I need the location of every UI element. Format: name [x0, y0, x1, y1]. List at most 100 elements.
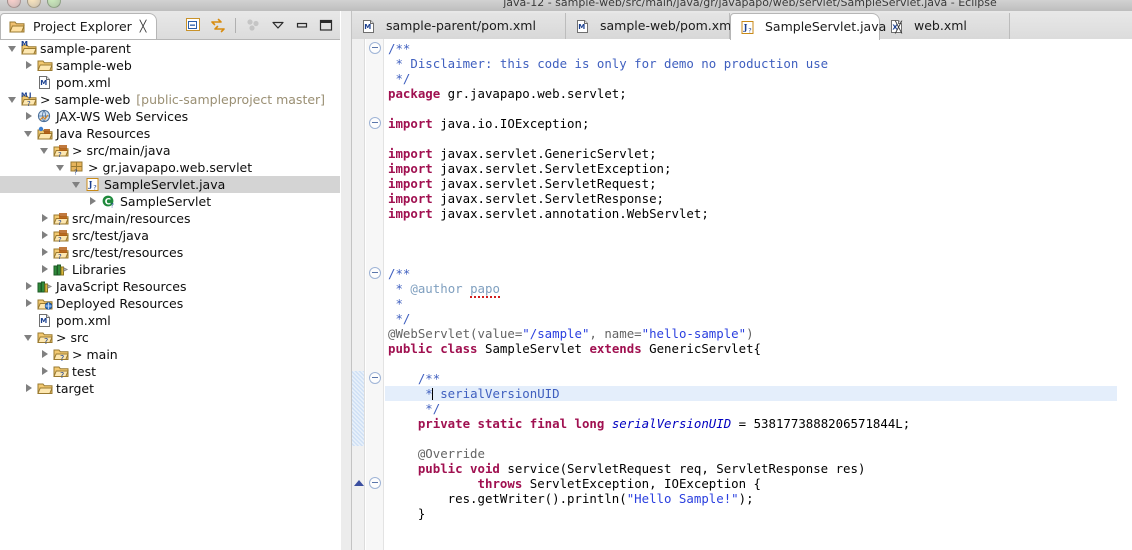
chevron-down-icon[interactable] — [8, 43, 19, 54]
chevron-right-icon[interactable] — [24, 111, 35, 122]
collapse-all-icon[interactable] — [185, 17, 202, 34]
code-line[interactable]: package gr.javapapo.web.servlet; — [385, 86, 1132, 101]
tree-item-src-test-resources[interactable]: ? src/test/resources — [0, 244, 340, 261]
chevron-right-icon[interactable] — [88, 196, 99, 207]
change-ruler[interactable] — [352, 39, 365, 550]
tree-item-test[interactable]: ? test — [0, 363, 340, 380]
window-maximize-button[interactable] — [47, 0, 61, 8]
tree-item-pom-xml[interactable]: Mpom.xml — [0, 312, 340, 329]
tree-item-main[interactable]: ? > main — [0, 346, 340, 363]
code-line[interactable] — [385, 101, 1132, 116]
code-text-area[interactable]: /** * Disclaimer: this code is only for … — [385, 39, 1132, 550]
code-line[interactable]: res.getWriter().println("Hello Sample!")… — [385, 491, 1132, 506]
folding-ruler[interactable] — [366, 39, 384, 550]
chevron-down-icon[interactable] — [8, 94, 19, 105]
tree-item-sample-parent[interactable]: Msample-parent — [0, 40, 340, 57]
link-with-editor-icon[interactable] — [209, 17, 226, 34]
code-line[interactable] — [385, 131, 1132, 146]
chevron-right-icon[interactable] — [24, 298, 35, 309]
code-line[interactable]: * serialVersionUID — [385, 386, 1132, 401]
tree-item-gr-javapapo-web-servlet[interactable]: ? > gr.javapapo.web.servlet — [0, 159, 340, 177]
code-line[interactable]: public class SampleServlet extends Gener… — [385, 341, 1132, 356]
tree-item-target[interactable]: target — [0, 380, 340, 397]
editor-tab-sample-parent-pom-xml[interactable]: Msample-parent/pom.xml — [352, 13, 566, 39]
project-tree[interactable]: Msample-parent sample-web Mpom.xml M J? > samp… — [0, 40, 340, 550]
chevron-down-icon[interactable] — [40, 145, 51, 156]
code-line[interactable]: * — [385, 296, 1132, 311]
tree-item-javascript-resources[interactable]: JavaScript Resources — [0, 278, 340, 295]
chevron-right-icon[interactable] — [40, 366, 51, 377]
close-icon[interactable]: ╳ — [140, 21, 147, 32]
tree-item-sampleservlet-java[interactable]: J? SampleServlet.java — [0, 176, 340, 193]
code-line[interactable]: */ — [385, 71, 1132, 86]
tree-item-deployed-resources[interactable]: Deployed Resources — [0, 295, 340, 312]
chevron-right-icon[interactable] — [24, 60, 35, 71]
code-line[interactable] — [385, 356, 1132, 371]
tree-item-src-main-resources[interactable]: ? src/main/resources — [0, 210, 340, 227]
view-sash[interactable] — [340, 11, 352, 550]
code-line[interactable]: import javax.servlet.ServletException; — [385, 161, 1132, 176]
fold-collapse-icon[interactable] — [369, 477, 381, 489]
code-line[interactable] — [385, 221, 1132, 236]
code-line[interactable] — [385, 536, 1132, 550]
maximize-icon[interactable] — [317, 17, 334, 34]
tree-item-java-resources[interactable]: Java Resources — [0, 125, 340, 142]
tree-item-src-test-java[interactable]: ? src/test/java — [0, 227, 340, 244]
chevron-right-icon[interactable] — [40, 213, 51, 224]
chevron-right-icon[interactable] — [24, 383, 35, 394]
chevron-right-icon[interactable] — [40, 349, 51, 360]
code-line[interactable]: import javax.servlet.ServletRequest; — [385, 176, 1132, 191]
code-line[interactable]: public void service(ServletRequest req, … — [385, 461, 1132, 476]
code-line[interactable]: /** — [385, 41, 1132, 56]
code-line[interactable]: import javax.servlet.GenericServlet; — [385, 146, 1132, 161]
code-line[interactable] — [385, 236, 1132, 251]
editor-tab-sample-web-pom-xml[interactable]: Msample-web/pom.xml — [566, 13, 735, 39]
code-line[interactable]: } — [385, 506, 1132, 521]
code-line[interactable] — [385, 521, 1132, 536]
quick-diff-change-bar[interactable] — [352, 371, 364, 446]
tree-item-src[interactable]: ? > src — [0, 329, 340, 346]
code-line[interactable]: import javax.servlet.annotation.WebServl… — [385, 206, 1132, 221]
tree-item-src-main-java[interactable]: ? > src/main/java — [0, 142, 340, 159]
chevron-down-icon[interactable] — [24, 332, 35, 343]
code-line[interactable]: * @author papo — [385, 281, 1132, 298]
code-line[interactable]: import java.io.IOException; — [385, 116, 1132, 131]
chevron-down-icon[interactable] — [24, 128, 35, 139]
tree-item-sampleservlet[interactable]: C? SampleServlet — [0, 193, 340, 210]
fold-collapse-icon[interactable] — [369, 372, 381, 384]
collapsed-region-marker-icon[interactable] — [354, 480, 364, 486]
code-line[interactable]: @Override — [385, 446, 1132, 461]
code-line[interactable]: */ — [385, 311, 1132, 326]
code-line[interactable]: * Disclaimer: this code is only for demo… — [385, 56, 1132, 71]
tree-item-jax-ws-web-services[interactable]: JAX-WS Web Services — [0, 108, 340, 125]
tree-item-sample-web[interactable]: sample-web — [0, 57, 340, 74]
chevron-right-icon[interactable] — [40, 230, 51, 241]
code-line[interactable]: throws ServletException, IOException { — [385, 476, 1132, 491]
chevron-right-icon[interactable] — [40, 247, 51, 258]
code-line[interactable]: /** — [385, 266, 1132, 281]
editor-tab-sampleservlet-java[interactable]: J? SampleServlet.java ╳ — [730, 13, 902, 40]
tree-item-pom-xml[interactable]: Mpom.xml — [0, 74, 340, 91]
fold-collapse-icon[interactable] — [369, 117, 381, 129]
code-line[interactable] — [385, 431, 1132, 446]
chevron-down-icon[interactable] — [269, 17, 286, 34]
chevron-right-icon[interactable] — [40, 264, 51, 275]
fold-collapse-icon[interactable] — [369, 267, 381, 279]
chevron-down-icon[interactable] — [72, 179, 83, 190]
window-minimize-button[interactable] — [27, 0, 41, 8]
window-close-button[interactable] — [7, 0, 21, 8]
code-line[interactable]: private static final long serialVersionU… — [385, 416, 1132, 431]
tree-item-sample-web[interactable]: M J? > sample-web [public-sampleproject mast… — [0, 91, 340, 108]
chevron-right-icon[interactable] — [24, 281, 35, 292]
tree-item-libraries[interactable]: Libraries — [0, 261, 340, 278]
tab-project-explorer[interactable]: Project Explorer ╳ — [0, 13, 158, 39]
code-line[interactable]: @WebServlet(value="/sample", name="hello… — [385, 326, 1132, 341]
code-line[interactable]: /** — [385, 371, 1132, 386]
view-menu-icon[interactable] — [245, 17, 262, 34]
minimize-icon[interactable] — [293, 17, 310, 34]
overview-ruler[interactable] — [1117, 39, 1132, 550]
code-line[interactable]: */ — [385, 401, 1132, 416]
code-line[interactable]: import javax.servlet.ServletResponse; — [385, 191, 1132, 206]
code-line[interactable] — [385, 251, 1132, 266]
chevron-down-icon[interactable] — [56, 162, 67, 173]
